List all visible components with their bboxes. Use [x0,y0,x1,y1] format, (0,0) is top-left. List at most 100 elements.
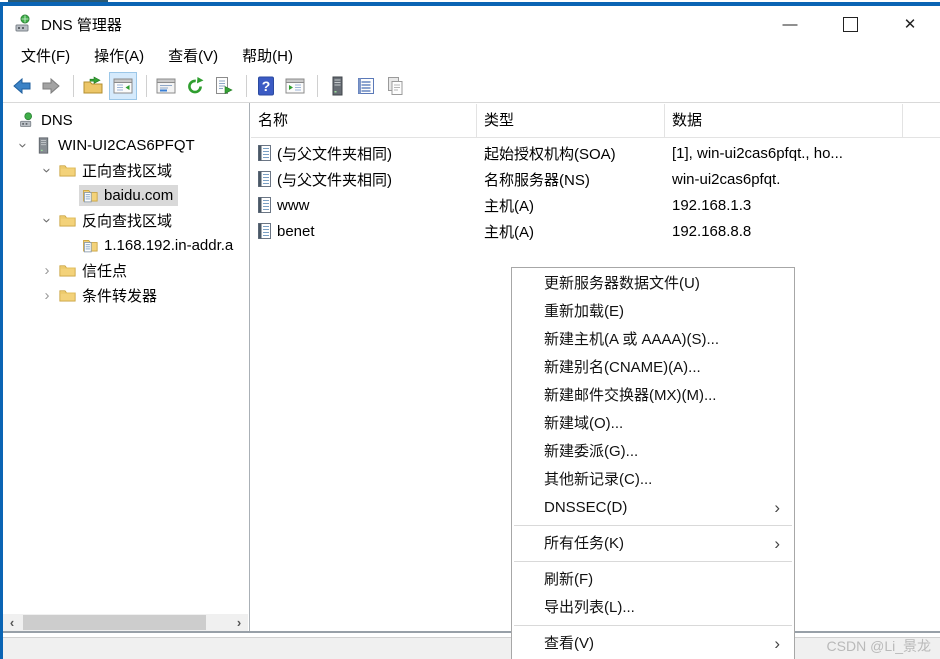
maximize-icon [842,16,858,32]
scrollbar-thumb[interactable] [23,615,206,630]
record-icon [258,223,271,239]
record-name: (与父文件夹相同) [277,171,392,189]
show-window-button[interactable] [282,73,308,99]
chevron-collapsed-icon[interactable]: › [37,262,57,279]
record-icon [258,171,271,187]
menu-item-new-host[interactable]: 新建主机(A 或 AAAA)(S)... [512,326,794,354]
menu-item-new-alias[interactable]: 新建别名(CNAME)(A)... [512,354,794,382]
menu-item-update-server-data-file[interactable]: 更新服务器数据文件(U) [512,270,794,298]
tree-node-dns-root[interactable]: DNS [3,108,249,133]
show-console-tree-button[interactable] [109,71,137,100]
tree-node-reverse-zones[interactable]: › 反向查找区域 [3,208,249,233]
menu-item-new-domain[interactable]: 新建域(O)... [512,410,794,438]
menu-item-new-mx[interactable]: 新建邮件交换器(MX)(M)... [512,382,794,410]
record-type: 起始授权机构(SOA) [484,145,616,163]
show-console-tree-icon [113,78,133,93]
table-row[interactable]: benet 主机(A) 192.168.8.8 [251,218,940,244]
menu-item-label: DNSSEC(D) [544,499,628,516]
dns-tree: DNS › WIN-UI2CAS6PFQT › 正向查找区域 baidu.com… [3,108,249,308]
zone-icon [83,189,98,203]
menu-separator [514,561,792,562]
menu-action[interactable]: 操作(A) [82,42,156,69]
folder-icon [59,290,76,302]
refresh-button[interactable] [182,73,208,99]
menu-item-all-tasks[interactable]: 所有任务(K) › [512,530,794,558]
table-row[interactable]: (与父文件夹相同) 起始授权机构(SOA) [1], win-ui2cas6pf… [251,140,940,166]
record-list-tool-button[interactable] [353,73,379,99]
help-icon: ? [258,76,274,95]
window-controls: — ✕ [760,6,940,42]
help-button[interactable]: ? [253,73,279,99]
tree-node-label: DNS [41,112,73,129]
toolbar-separator [73,74,74,97]
menu-help[interactable]: 帮助(H) [230,42,305,69]
tree-horizontal-scrollbar[interactable]: ‹ › [3,614,248,631]
menu-file[interactable]: 文件(F) [9,42,82,69]
record-icon [258,197,271,213]
forward-icon [42,77,60,94]
copy-tool-button[interactable] [382,73,408,99]
record-type: 主机(A) [484,223,534,241]
zone-icon [83,239,98,253]
zone-context-menu: 更新服务器数据文件(U) 重新加载(E) 新建主机(A 或 AAAA)(S)..… [511,267,795,659]
tree-node-forward-zones[interactable]: › 正向查找区域 [3,158,249,183]
copy-icon [388,76,403,95]
forward-button[interactable] [38,73,64,99]
column-header-data[interactable]: 数据 [665,104,903,137]
server-tool-button[interactable] [324,73,350,99]
tree-node-label: baidu.com [104,187,174,204]
tree-node-label: 1.168.192.in-addr.a [104,237,234,254]
chevron-expanded-icon[interactable]: › [15,136,32,156]
record-data: win-ui2cas6pfqt. [672,170,781,188]
tree-node-zone-reverse[interactable]: 1.168.192.in-addr.a [3,233,249,258]
close-button[interactable]: ✕ [880,6,940,42]
menu-item-new-delegation[interactable]: 新建委派(G)... [512,438,794,466]
show-window-icon [285,78,305,93]
menu-item-dnssec[interactable]: DNSSEC(D) › [512,494,794,522]
menu-item-export-list[interactable]: 导出列表(L)... [512,594,794,622]
tree-node-conditional-forwarders[interactable]: › 条件转发器 [3,283,249,308]
tree-node-label: WIN-UI2CAS6PFQT [58,137,195,154]
scroll-left-icon[interactable]: ‹ [3,614,21,631]
column-header-name[interactable]: 名称 [251,104,477,137]
submenu-arrow-icon: › [774,534,780,553]
menu-item-reload[interactable]: 重新加载(E) [512,298,794,326]
tree-node-trust-points[interactable]: › 信任点 [3,258,249,283]
minimize-button[interactable]: — [760,6,820,42]
window-title: DNS 管理器 [41,16,122,34]
column-header-type[interactable]: 类型 [477,104,665,137]
record-list-icon [358,77,374,94]
chevron-expanded-icon[interactable]: › [39,211,56,231]
back-button[interactable] [9,73,35,99]
server-icon [332,76,343,95]
server-icon [38,137,49,154]
dns-root-icon [20,112,33,127]
chevron-collapsed-icon[interactable]: › [37,287,57,304]
chevron-expanded-icon[interactable]: › [39,161,56,181]
properties-button[interactable] [153,73,179,99]
tree-node-server[interactable]: › WIN-UI2CAS6PFQT [3,133,249,158]
menu-item-other-new-records[interactable]: 其他新记录(C)... [512,466,794,494]
maximize-button[interactable] [820,6,880,42]
export-folder-button[interactable] [80,73,106,99]
table-row[interactable]: (与父文件夹相同) 名称服务器(NS) win-ui2cas6pfqt. [251,166,940,192]
tree-node-zone-baidu[interactable]: baidu.com [3,183,249,208]
menu-view[interactable]: 查看(V) [156,42,230,69]
dns-manager-window: DNS 管理器 — ✕ 文件(F) 操作(A) 查看(V) 帮助(H) ? DN… [0,0,940,659]
table-row[interactable]: www 主机(A) 192.168.1.3 [251,192,940,218]
list-header: 名称 类型 数据 [251,104,940,138]
menu-item-view[interactable]: 查看(V) › [512,630,794,658]
export-list-toolbar-button[interactable] [211,73,237,99]
column-header-spacer [903,104,940,137]
record-name: www [277,196,310,214]
refresh-icon [188,76,204,93]
menu-item-refresh[interactable]: 刷新(F) [512,566,794,594]
tree-node-label: 反向查找区域 [82,213,173,230]
toolbar-separator [317,74,318,97]
scroll-right-icon[interactable]: › [230,614,248,631]
back-icon [13,77,31,94]
record-icon [258,145,271,161]
status-bar [3,637,940,659]
record-data: 192.168.8.8 [672,222,752,240]
dns-app-icon [15,14,30,32]
